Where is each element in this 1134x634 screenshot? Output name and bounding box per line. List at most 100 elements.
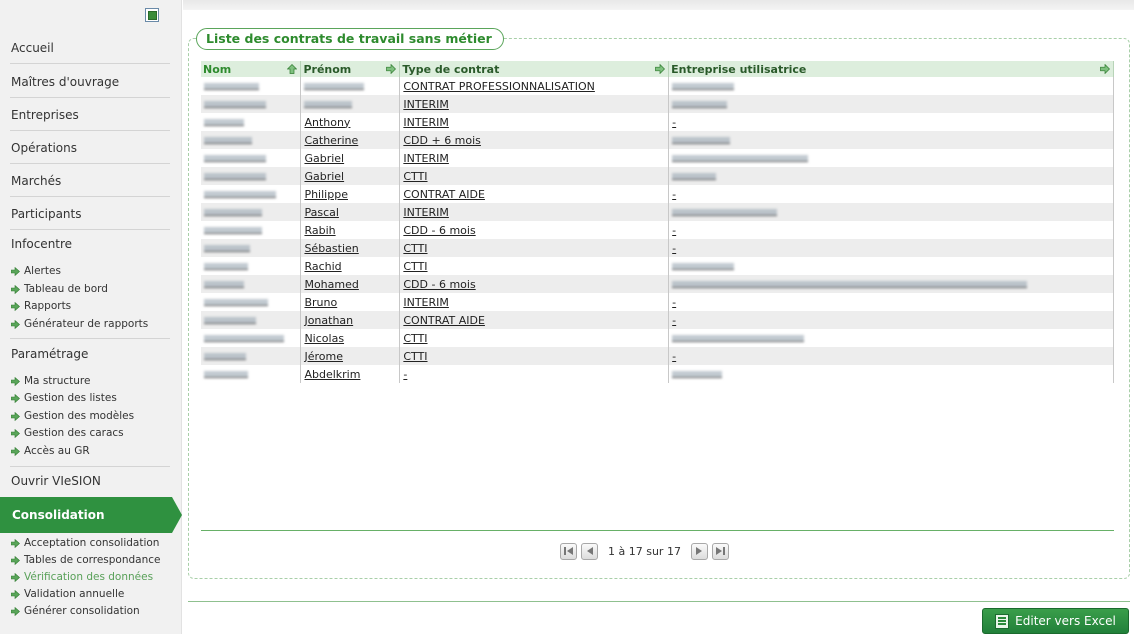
prenom-link[interactable]: Anthony xyxy=(304,116,350,129)
cell-prenom[interactable]: Rabih xyxy=(300,221,401,239)
redacted-name-link[interactable] xyxy=(204,153,266,162)
nav-item-gestion-listes[interactable]: Gestion des listes xyxy=(0,390,182,406)
redacted-name-link[interactable] xyxy=(204,369,248,378)
cell-type-contrat[interactable]: INTERIM xyxy=(399,149,670,167)
prenom-link[interactable]: Jérome xyxy=(304,350,343,363)
last-page-button[interactable] xyxy=(711,542,729,560)
nav-item-verification-donnees[interactable]: Vérification des données xyxy=(0,569,182,585)
prenom-link[interactable]: Gabriel xyxy=(304,170,344,183)
cell-prenom[interactable]: Nicolas xyxy=(300,329,401,347)
column-header-prenom[interactable]: Prénom xyxy=(300,61,401,77)
nav-ouvrir-viesion[interactable]: Ouvrir VIeSION xyxy=(0,471,182,491)
cell-entreprise[interactable]: - xyxy=(668,347,1114,365)
sort-arrow-icon[interactable] xyxy=(1100,64,1110,74)
prenom-link[interactable]: Rachid xyxy=(304,260,341,273)
prenom-link[interactable]: Sébastien xyxy=(304,242,358,255)
type-contrat-link[interactable]: CONTRAT AIDE xyxy=(403,314,485,327)
cell-type-contrat[interactable]: CDD + 6 mois xyxy=(399,131,670,149)
cell-nom[interactable] xyxy=(201,95,302,113)
cell-type-contrat[interactable]: CONTRAT AIDE xyxy=(399,185,670,203)
redacted-name-link[interactable] xyxy=(204,189,276,198)
cell-prenom[interactable]: Catherine xyxy=(300,131,401,149)
redacted-entreprise-link[interactable] xyxy=(672,81,735,90)
redacted-name-link[interactable] xyxy=(204,279,244,288)
nav-item-gestion-caracs[interactable]: Gestion des caracs xyxy=(0,425,182,441)
cell-entreprise[interactable] xyxy=(668,365,1114,383)
entreprise-link[interactable]: - xyxy=(672,350,676,363)
cell-prenom[interactable]: Gabriel xyxy=(300,149,401,167)
type-contrat-link[interactable]: CTTI xyxy=(403,332,427,345)
nav-item-generer-consolidation[interactable]: Générer consolidation xyxy=(0,603,182,619)
redacted-entreprise-link[interactable] xyxy=(672,99,728,108)
type-contrat-link[interactable]: INTERIM xyxy=(403,152,449,165)
entreprise-link[interactable]: - xyxy=(672,242,676,255)
sort-arrow-icon[interactable] xyxy=(655,64,666,74)
cell-nom[interactable] xyxy=(201,257,302,275)
cell-nom[interactable] xyxy=(201,311,302,329)
redacted-entreprise-link[interactable] xyxy=(672,369,723,378)
redacted-name-link[interactable] xyxy=(204,207,262,216)
cell-nom[interactable] xyxy=(201,275,302,293)
nav-infocentre[interactable]: Infocentre xyxy=(0,234,182,254)
type-contrat-link[interactable]: - xyxy=(403,368,407,381)
previous-page-button[interactable] xyxy=(581,542,598,560)
cell-entreprise[interactable]: - xyxy=(668,113,1114,131)
sort-arrow-icon[interactable] xyxy=(386,64,397,74)
nav-item-ma-structure[interactable]: Ma structure xyxy=(0,373,182,389)
nav-entreprises[interactable]: Entreprises xyxy=(0,103,182,127)
cell-nom[interactable] xyxy=(201,149,302,167)
sort-up-icon[interactable] xyxy=(287,64,298,74)
prenom-link[interactable]: Philippe xyxy=(304,188,348,201)
nav-item-acceptation-consolidation[interactable]: Acceptation consolidation xyxy=(0,535,182,551)
entreprise-link[interactable]: - xyxy=(672,188,676,201)
redacted-entreprise-link[interactable] xyxy=(672,171,717,180)
cell-type-contrat[interactable]: CTTI xyxy=(399,347,670,365)
type-contrat-link[interactable]: CONTRAT PROFESSIONNALISATION xyxy=(403,80,595,93)
cell-entreprise[interactable] xyxy=(668,257,1114,275)
redacted-name-link[interactable] xyxy=(204,81,259,90)
cell-nom[interactable] xyxy=(201,221,302,239)
cell-nom[interactable] xyxy=(201,329,302,347)
type-contrat-link[interactable]: CDD + 6 mois xyxy=(403,134,481,147)
redacted-name-link[interactable] xyxy=(204,99,266,108)
redacted-entreprise-link[interactable] xyxy=(672,279,1028,288)
cell-prenom[interactable]: Mohamed xyxy=(300,275,401,293)
cell-prenom[interactable]: Jonathan xyxy=(300,311,401,329)
cell-entreprise[interactable] xyxy=(668,167,1114,185)
entreprise-link[interactable]: - xyxy=(672,224,676,237)
type-contrat-link[interactable]: INTERIM xyxy=(403,116,449,129)
redacted-name-link[interactable] xyxy=(204,135,252,144)
cell-type-contrat[interactable]: CTTI xyxy=(399,257,670,275)
cell-entreprise[interactable]: - xyxy=(668,311,1114,329)
prenom-link[interactable]: Nicolas xyxy=(304,332,344,345)
nav-item-acces-gr[interactable]: Accès au GR xyxy=(0,443,182,459)
redacted-entreprise-link[interactable] xyxy=(672,207,778,216)
cell-type-contrat[interactable]: CTTI xyxy=(399,167,670,185)
cell-nom[interactable] xyxy=(201,347,302,365)
redacted-name-link[interactable] xyxy=(204,351,246,360)
cell-prenom[interactable]: Anthony xyxy=(300,113,401,131)
cell-prenom[interactable]: Gabriel xyxy=(300,167,401,185)
redacted-prenom-link[interactable] xyxy=(304,81,365,90)
cell-entreprise[interactable] xyxy=(668,329,1114,347)
redacted-entreprise-link[interactable] xyxy=(672,333,805,342)
prenom-link[interactable]: Catherine xyxy=(304,134,358,147)
cell-type-contrat[interactable]: CTTI xyxy=(399,239,670,257)
cell-type-contrat[interactable]: CDD - 6 mois xyxy=(399,221,670,239)
cell-nom[interactable] xyxy=(201,365,302,383)
redacted-name-link[interactable] xyxy=(204,171,266,180)
cell-nom[interactable] xyxy=(201,293,302,311)
cell-entreprise[interactable]: - xyxy=(668,185,1114,203)
redacted-prenom-link[interactable] xyxy=(304,99,353,108)
redacted-name-link[interactable] xyxy=(204,117,244,126)
first-page-button[interactable] xyxy=(560,542,577,560)
entreprise-link[interactable]: - xyxy=(672,314,676,327)
redacted-entreprise-link[interactable] xyxy=(672,135,731,144)
cell-entreprise[interactable]: - xyxy=(668,239,1114,257)
cell-type-contrat[interactable]: CDD - 6 mois xyxy=(399,275,670,293)
cell-entreprise[interactable] xyxy=(668,203,1114,221)
prenom-link[interactable]: Mohamed xyxy=(304,278,358,291)
cell-entreprise[interactable] xyxy=(668,275,1114,293)
cell-entreprise[interactable]: - xyxy=(668,293,1114,311)
redacted-name-link[interactable] xyxy=(204,297,268,306)
